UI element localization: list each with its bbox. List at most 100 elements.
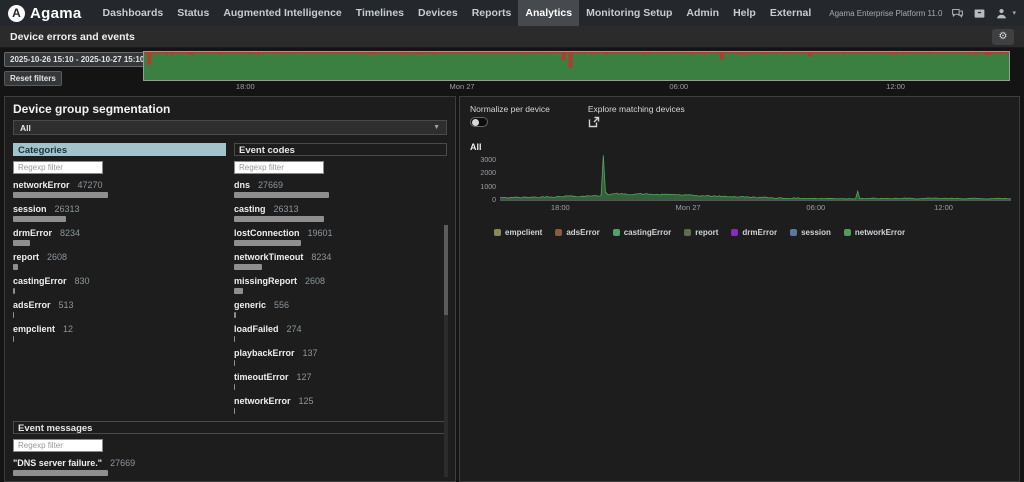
stat-label: adsError <box>13 300 51 310</box>
stat-bar <box>13 312 14 318</box>
legend-item-empclient[interactable]: empclient <box>494 228 542 237</box>
legend-swatch <box>555 229 562 236</box>
stat-label: networkError <box>13 180 70 190</box>
box-icon[interactable] <box>973 7 986 20</box>
nav-item-monitoring-setup[interactable]: Monitoring Setup <box>579 0 679 26</box>
stat-item[interactable]: castingError830 <box>13 276 226 294</box>
stat-item[interactable]: empclient12 <box>13 324 226 342</box>
stat-label: loadFailed <box>234 324 279 334</box>
stat-bar <box>234 312 236 318</box>
legend-label: castingError <box>624 228 672 237</box>
external-link-icon[interactable] <box>588 116 600 128</box>
stat-label: session <box>13 204 47 214</box>
nav-item-dashboards[interactable]: Dashboards <box>96 0 171 26</box>
nav-items: DashboardsStatusAugmented IntelligenceTi… <box>96 0 819 26</box>
legend-label: report <box>695 228 718 237</box>
reset-filters-button[interactable]: Reset filters <box>4 71 62 86</box>
nav-item-status[interactable]: Status <box>170 0 216 26</box>
legend-item-adsError[interactable]: adsError <box>555 228 599 237</box>
brand[interactable]: A Agama <box>8 5 82 22</box>
stat-bar <box>234 408 235 414</box>
y-tick: 1000 <box>480 184 496 191</box>
stat-item[interactable]: networkError47270 <box>13 180 226 198</box>
stat-count: 127 <box>297 372 312 382</box>
legend-label: networkError <box>855 228 905 237</box>
nav-item-devices[interactable]: Devices <box>411 0 465 26</box>
normalize-toggle[interactable] <box>470 117 488 127</box>
nav-item-timelines[interactable]: Timelines <box>349 0 411 26</box>
stat-bar <box>13 216 66 222</box>
stat-label: generic <box>234 300 266 310</box>
nav-item-reports[interactable]: Reports <box>465 0 519 26</box>
legend-item-session[interactable]: session <box>790 228 831 237</box>
left-panel-scrollbar[interactable] <box>444 225 448 477</box>
stat-label: networkError <box>234 396 291 406</box>
nav-item-analytics[interactable]: Analytics <box>518 0 579 26</box>
stat-label: report <box>13 252 39 262</box>
categories-list: networkError47270 session26313 drmError823… <box>13 180 226 342</box>
event-codes-column: Event codes dns27669 casting26313 lostConn… <box>234 143 447 417</box>
stat-item[interactable]: casting26313 <box>234 204 447 222</box>
event-codes-header[interactable]: Event codes <box>234 143 447 156</box>
date-range-button[interactable]: 2025-10-26 15:10 - 2025-10-27 15:10 <box>4 52 150 67</box>
y-tick: 3000 <box>480 157 496 164</box>
device-group-select[interactable]: All ▼ <box>13 120 447 135</box>
nav-item-external[interactable]: External <box>763 0 818 26</box>
user-icon[interactable] <box>995 7 1008 20</box>
stat-item[interactable]: lostConnection19601 <box>234 228 447 246</box>
nav-item-admin[interactable]: Admin <box>679 0 726 26</box>
stat-bar <box>234 264 262 270</box>
explore-label: Explore matching devices <box>588 104 685 114</box>
segmentation-title: Device group segmentation <box>5 97 455 120</box>
device-group-selected: All <box>20 123 31 133</box>
user-menu-caret-icon[interactable]: ▾ <box>1012 9 1016 17</box>
categories-filter-input[interactable] <box>13 161 103 174</box>
main-content: Device group segmentation All ▼ Categori… <box>0 96 1024 482</box>
page-header: Device errors and events ⚙ <box>0 26 1024 48</box>
chart-legend: empclient adsError castingError report drmEr… <box>460 214 1019 237</box>
legend-item-castingError[interactable]: castingError <box>613 228 672 237</box>
legend-label: drmError <box>742 228 777 237</box>
stat-item[interactable]: report2608 <box>13 252 226 270</box>
stat-item[interactable]: "DNS server failure."27669 <box>13 458 447 476</box>
stat-item[interactable]: timeoutError127 <box>234 372 447 390</box>
stat-item[interactable]: networkError125 <box>234 396 447 414</box>
x-tick: 18:00 <box>551 203 570 212</box>
timeline-chart[interactable] <box>143 51 1010 81</box>
legend-label: adsError <box>566 228 599 237</box>
gear-icon[interactable]: ⚙ <box>992 29 1014 45</box>
platform-label: Agama Enterprise Platform 11.0 <box>829 9 942 18</box>
stat-label: missingReport <box>234 276 297 286</box>
event-messages-filter-input[interactable] <box>13 439 103 452</box>
legend-item-networkError[interactable]: networkError <box>844 228 905 237</box>
stat-item[interactable]: playbackError137 <box>234 348 447 366</box>
event-messages-header[interactable]: Event messages <box>13 421 447 434</box>
nav-right: Agama Enterprise Platform 11.0 ▾ <box>829 7 1016 20</box>
nav-item-augmented-intelligence[interactable]: Augmented Intelligence <box>216 0 348 26</box>
x-tick: Mon 27 <box>676 203 701 212</box>
stat-bar <box>13 240 30 246</box>
stat-count: 12 <box>63 324 73 334</box>
stat-item[interactable]: drmError8234 <box>13 228 226 246</box>
chart-plot[interactable] <box>500 154 1011 201</box>
stat-bar <box>13 288 15 294</box>
legend-item-report[interactable]: report <box>684 228 718 237</box>
nav-item-help[interactable]: Help <box>726 0 763 26</box>
event-codes-filter-input[interactable] <box>234 161 324 174</box>
stat-item[interactable]: loadFailed274 <box>234 324 447 342</box>
stat-item[interactable]: networkTimeout8234 <box>234 252 447 270</box>
stat-item[interactable]: generic556 <box>234 300 447 318</box>
stat-item[interactable]: adsError513 <box>13 300 226 318</box>
stat-item[interactable]: missingReport 2608 <box>234 276 447 294</box>
stat-item[interactable]: dns27669 <box>234 180 447 198</box>
segmentation-panel: Device group segmentation All ▼ Categori… <box>4 96 456 482</box>
stat-item[interactable]: session26313 <box>13 204 226 222</box>
legend-swatch <box>844 229 851 236</box>
legend-item-drmError[interactable]: drmError <box>731 228 777 237</box>
chart-controls: Normalize per device Explore matching de… <box>460 97 1019 133</box>
events-chart[interactable]: 0100020003000 18:00Mon 2706:0012:00 <box>470 154 1011 214</box>
y-tick: 0 <box>492 197 496 204</box>
categories-header[interactable]: Categories <box>13 143 226 156</box>
chat-bubbles-icon[interactable] <box>951 7 964 20</box>
stat-count: 2608 <box>305 276 325 286</box>
